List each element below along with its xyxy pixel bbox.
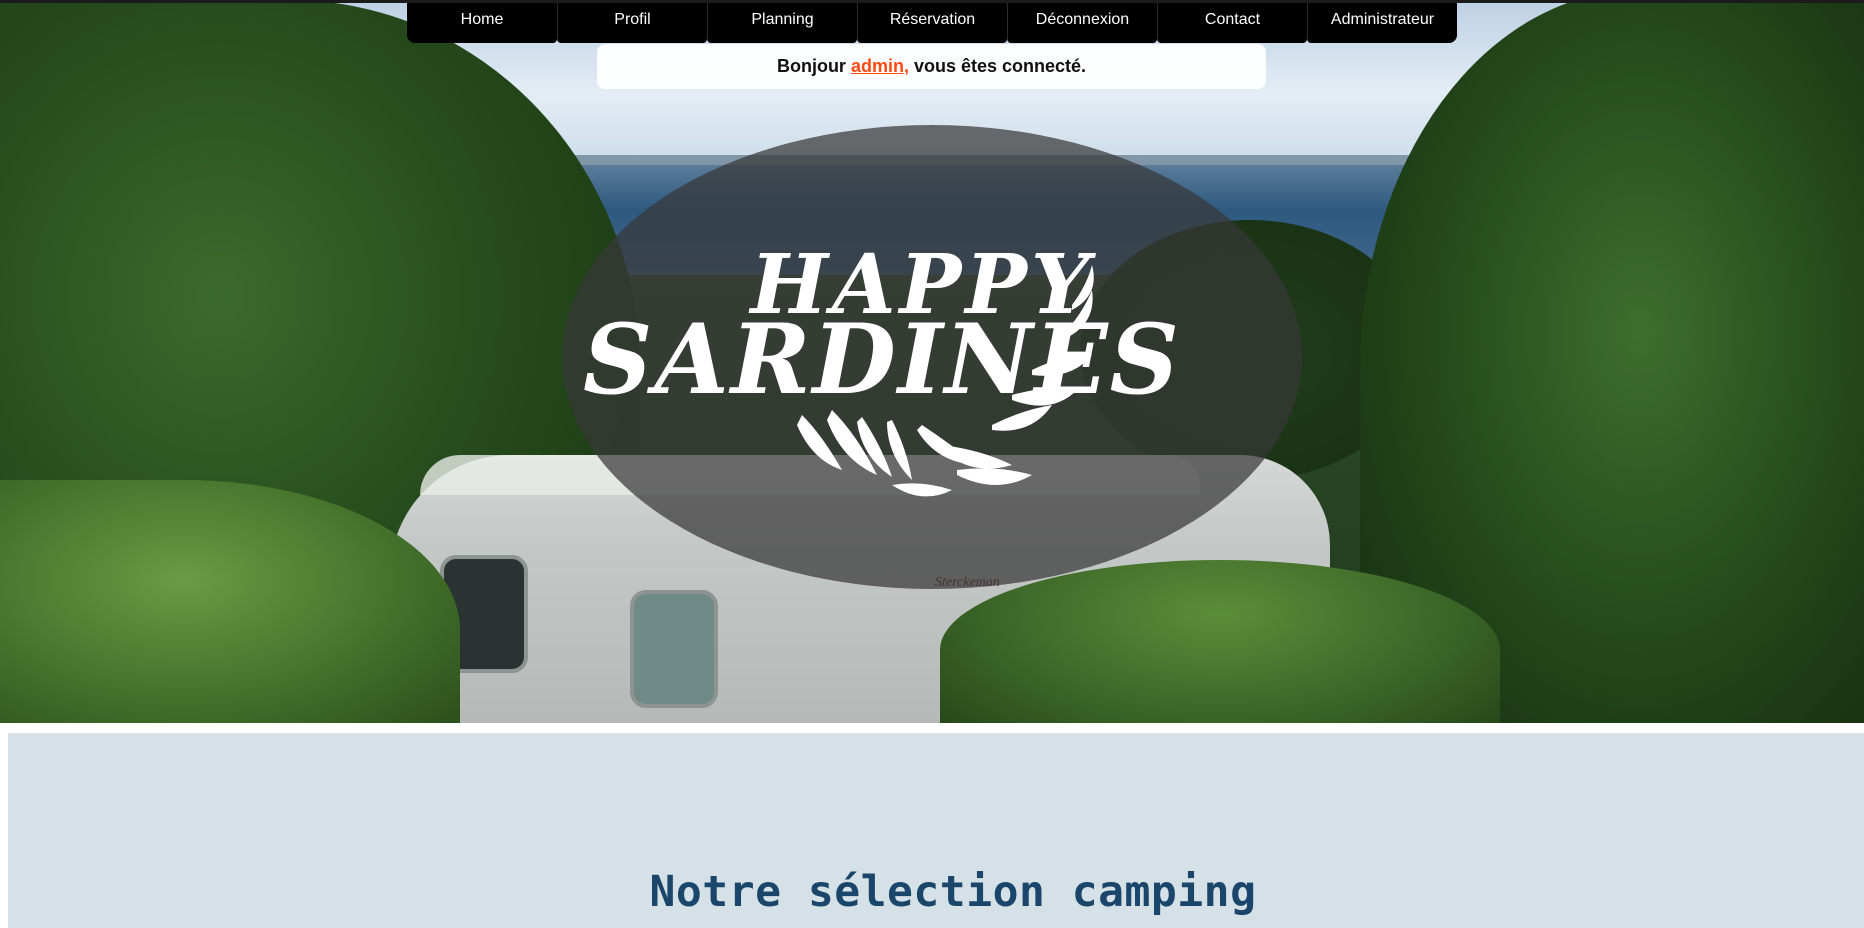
nav-item-reservation[interactable]: Réservation: [857, 3, 1007, 43]
greeting-suffix: vous êtes connecté.: [908, 56, 1087, 76]
section-title: Notre sélection camping: [649, 867, 1257, 917]
nav-item-contact[interactable]: Contact: [1157, 3, 1307, 43]
nav-item-planning[interactable]: Planning: [707, 3, 857, 43]
camping-selection-section: Notre sélection camping: [8, 733, 1864, 928]
nav-item-home[interactable]: Home: [407, 3, 557, 43]
main-nav: Home Profil Planning Réservation Déconne…: [407, 3, 1457, 43]
nav-item-deconnexion[interactable]: Déconnexion: [1007, 3, 1157, 43]
happy-sardines-logo: HAPPY SARDINES: [583, 237, 1181, 497]
login-greeting: Bonjour admin, vous êtes connecté.: [597, 44, 1266, 89]
nav-item-profil[interactable]: Profil: [557, 3, 707, 43]
greeting-username-link[interactable]: admin,: [851, 56, 909, 77]
logo-text-sardines: SARDINES: [583, 303, 1181, 416]
nav-item-administrateur[interactable]: Administrateur: [1307, 3, 1457, 43]
caravan-window: [630, 590, 718, 708]
greeting-prefix: Bonjour: [776, 56, 851, 76]
